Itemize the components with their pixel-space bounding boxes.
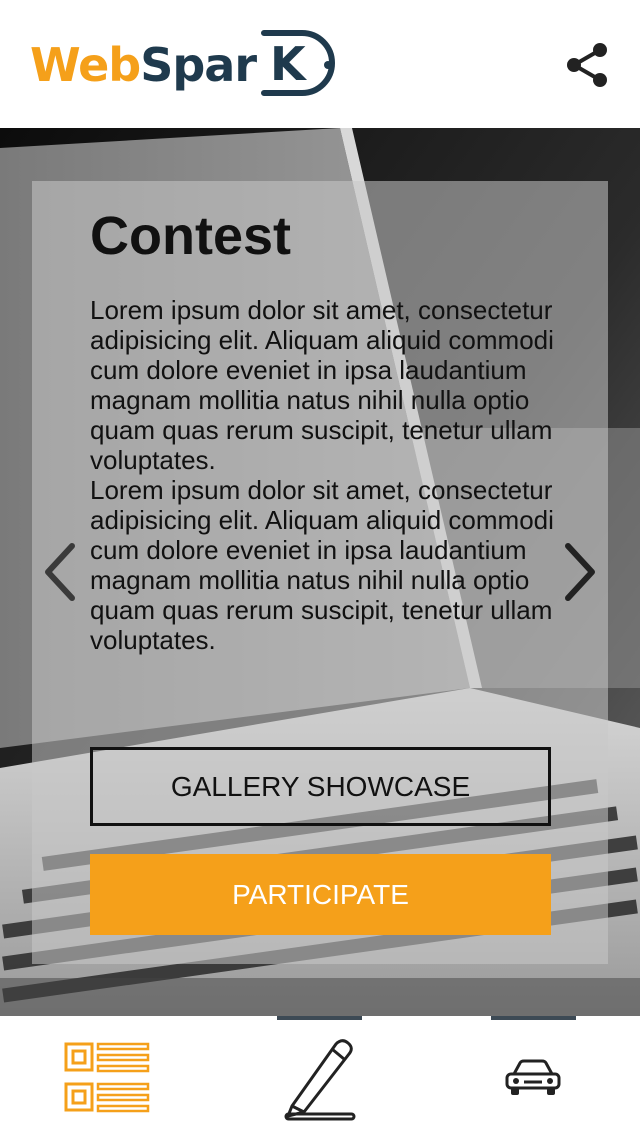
hero-section: Contest Lorem ipsum dolor sit amet, cons… xyxy=(0,128,640,1016)
logo-text-web: Web xyxy=(30,38,141,92)
car-icon xyxy=(505,1059,561,1095)
gallery-showcase-button[interactable]: GALLERY SHOWCASE xyxy=(90,747,551,826)
contest-card: Contest Lorem ipsum dolor sit amet, cons… xyxy=(32,181,608,964)
list-icon xyxy=(64,1042,150,1113)
tab-indicator xyxy=(491,1016,576,1020)
contest-description: Lorem ipsum dolor sit amet, consectetur … xyxy=(90,295,560,655)
chevron-right-icon xyxy=(565,543,595,601)
logo-text-spar: Spar xyxy=(140,38,257,92)
next-button[interactable] xyxy=(560,540,600,604)
share-button[interactable] xyxy=(562,40,612,90)
chevron-left-icon xyxy=(45,543,75,601)
share-icon xyxy=(567,43,607,87)
app-header: Web Spar K xyxy=(0,0,640,128)
pencil-icon xyxy=(284,1039,356,1121)
description-paragraph: Lorem ipsum dolor sit amet, consectetur … xyxy=(90,295,554,475)
description-paragraph: Lorem ipsum dolor sit amet, consectetur … xyxy=(90,475,554,655)
webspark-logo[interactable]: Web Spar K xyxy=(30,28,338,102)
tab-car[interactable] xyxy=(504,1058,562,1098)
logo-k-mark: K xyxy=(254,29,338,101)
tab-list[interactable] xyxy=(62,1040,152,1118)
bottom-tab-bar xyxy=(0,1016,640,1136)
tab-edit[interactable] xyxy=(280,1036,360,1122)
page-title: Contest xyxy=(90,206,291,266)
participate-button[interactable]: PARTICIPATE xyxy=(90,854,551,935)
previous-button[interactable] xyxy=(40,540,80,604)
logo-text-k: K xyxy=(270,37,306,91)
tab-indicator xyxy=(277,1016,362,1020)
